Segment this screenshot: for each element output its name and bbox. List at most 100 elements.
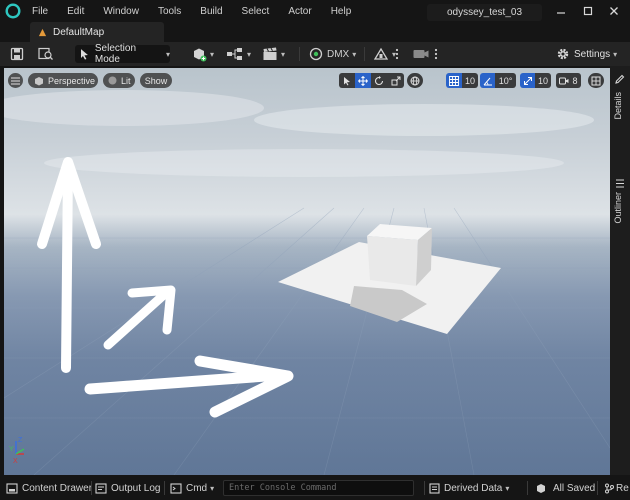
camera-speed-icon xyxy=(559,77,569,84)
derived-data-label: Derived Data xyxy=(444,482,503,494)
more-options-icon[interactable] xyxy=(434,45,440,63)
status-divider xyxy=(424,481,425,495)
cursor-icon xyxy=(80,49,88,60)
gear-icon xyxy=(557,48,569,60)
maximize-viewport-icon[interactable] xyxy=(588,73,604,88)
minimize-icon[interactable] xyxy=(553,3,569,19)
cube-mesh[interactable] xyxy=(367,224,432,286)
chevron-down-icon: ▾ xyxy=(352,49,357,59)
cmd-label: Cmd xyxy=(186,482,208,494)
revision-icon xyxy=(605,483,614,493)
virtual-camera-button[interactable] xyxy=(412,45,430,63)
axis-z-label: Z xyxy=(18,437,23,444)
menu-select[interactable]: Select xyxy=(242,6,270,17)
translate-tool-icon[interactable] xyxy=(355,73,371,88)
more-options-icon[interactable] xyxy=(395,45,401,63)
details-tab[interactable]: Details xyxy=(613,92,623,120)
toolbar-divider xyxy=(364,47,365,61)
content-drawer-button[interactable]: Content Drawer xyxy=(6,480,92,496)
cmd-dropdown[interactable]: Cmd ▾ xyxy=(170,480,214,496)
source-control-button[interactable]: All Saved xyxy=(535,480,595,496)
menu-edit[interactable]: Edit xyxy=(67,6,84,17)
chevron-down-icon: ▾ xyxy=(281,49,286,59)
blueprint-button[interactable]: ▾ xyxy=(226,45,251,63)
lit-button[interactable]: Lit xyxy=(103,73,135,88)
revision-label: Re xyxy=(616,482,629,494)
world-space-icon[interactable] xyxy=(407,73,423,88)
console-command-input[interactable]: Enter Console Command xyxy=(223,480,414,496)
platforms-icon xyxy=(373,47,389,60)
revision-control-button[interactable]: Re xyxy=(604,480,629,496)
rotation-snap-value[interactable]: 10° xyxy=(495,73,516,88)
add-cube-icon xyxy=(194,48,207,62)
cube-icon xyxy=(35,76,43,85)
show-button[interactable]: Show xyxy=(140,73,172,88)
dmx-button[interactable]: DMX ▾ xyxy=(309,45,356,63)
lit-sphere-icon xyxy=(108,76,117,85)
cinematics-button[interactable]: ▾ xyxy=(262,45,285,63)
viewport-menu-button[interactable] xyxy=(8,73,23,88)
rotate-tool-icon[interactable] xyxy=(371,73,387,88)
hamburger-icon xyxy=(11,76,20,85)
status-divider xyxy=(597,481,598,495)
menu-window[interactable]: Window xyxy=(103,6,139,17)
perspective-button[interactable]: Perspective xyxy=(28,73,98,88)
selection-mode-label: Selection Mode xyxy=(94,43,137,65)
tab-defaultmap[interactable]: DefaultMap xyxy=(30,22,164,42)
cloud xyxy=(44,149,564,177)
status-divider xyxy=(91,481,92,495)
level-viewport[interactable]: Z Y X Perspective Lit Show 10 10° 10 8 xyxy=(4,68,610,475)
viewport-scene: Z Y X xyxy=(4,90,610,475)
level-icon xyxy=(38,28,47,36)
status-divider xyxy=(527,481,528,495)
menu-help[interactable]: Help xyxy=(331,6,352,17)
blueprint-icon xyxy=(227,48,242,60)
settings-button[interactable]: Settings ▾ xyxy=(556,45,617,63)
menu-tools[interactable]: Tools xyxy=(158,6,181,17)
menu-actor[interactable]: Actor xyxy=(288,6,311,17)
pencil-icon[interactable] xyxy=(614,74,625,85)
menu-file[interactable]: File xyxy=(32,6,48,17)
status-divider xyxy=(164,481,165,495)
derived-data-icon xyxy=(429,482,440,494)
camera-icon xyxy=(413,50,429,58)
select-tool-icon[interactable] xyxy=(339,73,355,88)
menu-build[interactable]: Build xyxy=(200,6,222,17)
show-label: Show xyxy=(144,75,168,86)
project-name: odyssey_test_03 xyxy=(427,4,542,21)
camera-speed-value: 8 xyxy=(572,75,578,86)
camera-speed-button[interactable]: 8 xyxy=(556,73,581,88)
browse-content-icon[interactable] xyxy=(38,45,54,63)
chevron-down-icon: ▾ xyxy=(210,49,215,59)
chevron-down-icon: ▾ xyxy=(613,49,618,59)
grid-snap-value[interactable]: 10 xyxy=(462,73,478,88)
add-actor-button[interactable]: ▾ xyxy=(191,45,214,63)
scale-snap-value[interactable]: 10 xyxy=(535,73,551,88)
rotation-snap-toggle[interactable] xyxy=(480,73,495,88)
maximize-icon[interactable] xyxy=(580,3,596,19)
close-icon[interactable] xyxy=(606,3,622,19)
unreal-logo-icon[interactable] xyxy=(5,3,21,19)
scale-tool-icon[interactable] xyxy=(387,73,404,88)
platforms-button[interactable]: ▾ xyxy=(373,45,396,63)
settings-label: Settings xyxy=(574,48,611,60)
scale-snap-toggle[interactable] xyxy=(520,73,535,88)
outliner-tab[interactable]: Outliner xyxy=(613,192,623,224)
chevron-down-icon: ▾ xyxy=(247,49,252,59)
perspective-label: Perspective xyxy=(48,75,96,86)
content-drawer-label: Content Drawer xyxy=(22,482,93,494)
side-panel: Details Outliner xyxy=(610,66,630,475)
terminal-icon xyxy=(170,482,182,494)
chevron-down-icon: ▾ xyxy=(165,49,170,59)
output-log-button[interactable]: Output Log xyxy=(95,480,160,496)
derived-data-button[interactable]: Derived Data ▾ xyxy=(429,480,509,496)
menu-bar: File Edit Window Tools Build Select Acto… xyxy=(32,0,370,22)
grid-snap-toggle[interactable] xyxy=(446,73,462,88)
selection-mode-dropdown[interactable]: Selection Mode ▾ xyxy=(75,43,170,65)
outliner-icon[interactable] xyxy=(615,179,625,188)
save-icon[interactable] xyxy=(10,45,26,63)
content-drawer-icon xyxy=(6,482,18,494)
angle-icon xyxy=(483,77,492,85)
output-log-icon xyxy=(95,482,107,494)
toolbar-divider xyxy=(299,47,300,61)
